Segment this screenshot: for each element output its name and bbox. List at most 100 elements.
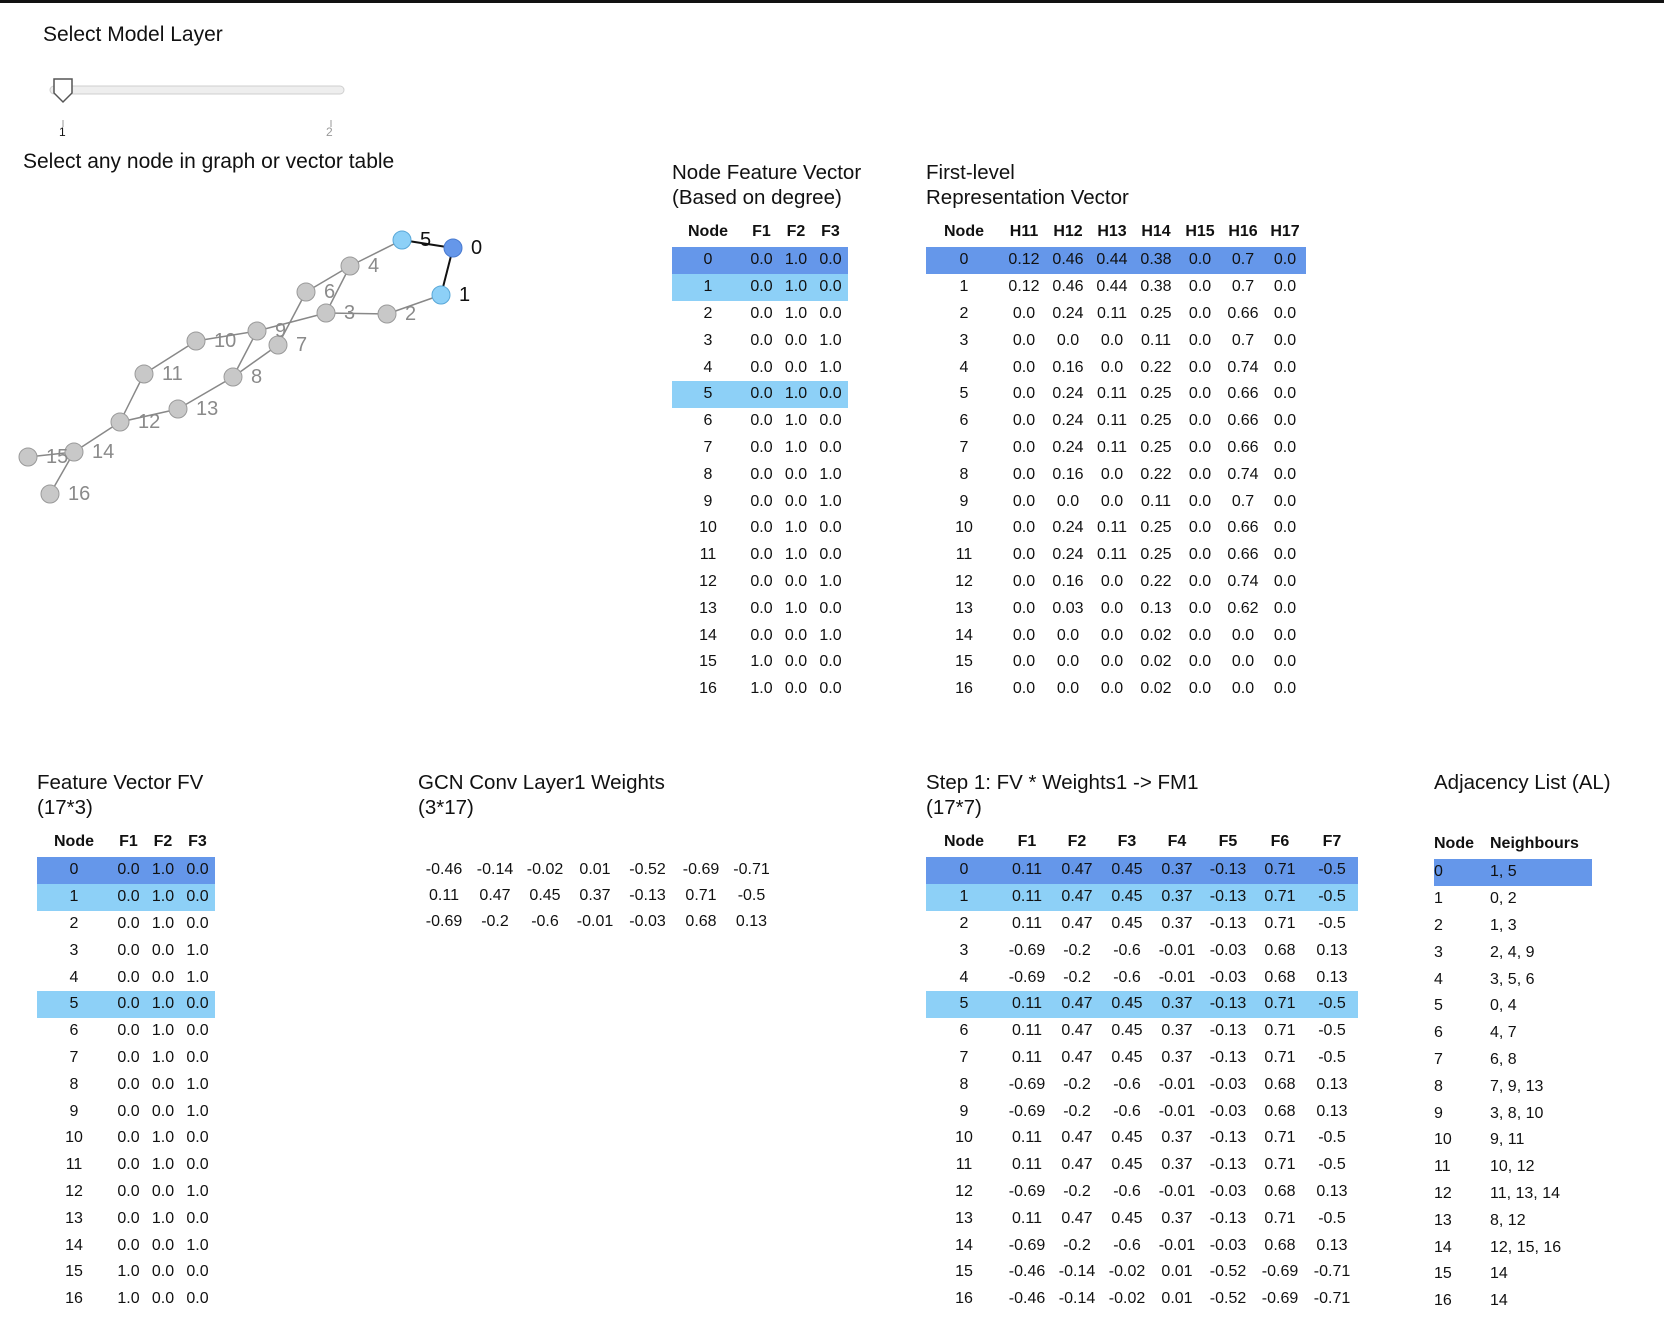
table-row[interactable]: 7 6, 8: [1434, 1047, 1592, 1074]
table-row[interactable]: 10 0.0 1.0 0.0: [672, 515, 848, 542]
table-row[interactable]: 9 0.0 0.0 0.0 0.11 0.0 0.7 0.0: [926, 488, 1306, 515]
table-row[interactable]: 16 14: [1434, 1288, 1592, 1315]
graph-node[interactable]: 10: [186, 330, 236, 352]
table-row[interactable]: 13 0.0 0.03 0.0 0.13 0.0 0.62 0.0: [926, 595, 1306, 622]
table-row[interactable]: 3 -0.69 -0.2 -0.6 -0.01 -0.03 0.68 0.13: [926, 937, 1358, 964]
table-row[interactable]: 0 0.0 1.0 0.0: [37, 857, 215, 884]
table-row[interactable]: 5 0, 4: [1434, 993, 1592, 1020]
graph-canvas[interactable]: 012345678910111213141516: [0, 218, 540, 538]
graph-node[interactable]: 14: [64, 441, 114, 463]
table-row[interactable]: 13 0.0 1.0 0.0: [672, 595, 848, 622]
table-row[interactable]: 11 0.0 0.24 0.11 0.25 0.0 0.66 0.0: [926, 542, 1306, 569]
table-row[interactable]: 14 12, 15, 16: [1434, 1234, 1592, 1261]
table-row[interactable]: 11 10, 12: [1434, 1154, 1592, 1181]
table-row[interactable]: 15 1.0 0.0 0.0: [37, 1259, 215, 1286]
table-row[interactable]: 1 0, 2: [1434, 886, 1592, 913]
graph-node-circle[interactable]: [223, 367, 243, 387]
table-row[interactable]: 13 0.0 1.0 0.0: [37, 1205, 215, 1232]
table-row[interactable]: 12 -0.69 -0.2 -0.6 -0.01 -0.03 0.68 0.13: [926, 1179, 1358, 1206]
table-row[interactable]: 11 0.0 1.0 0.0: [672, 542, 848, 569]
table-row[interactable]: 3 0.0 0.0 1.0: [672, 327, 848, 354]
table-row[interactable]: 4 3, 5, 6: [1434, 966, 1592, 993]
table-row[interactable]: 2 0.11 0.47 0.45 0.37 -0.13 0.71 -0.5: [926, 911, 1358, 938]
graph-node[interactable]: 4: [340, 255, 379, 277]
table-row[interactable]: 1 0.12 0.46 0.44 0.38 0.0 0.7 0.0: [926, 274, 1306, 301]
table-row[interactable]: 1 0.0 1.0 0.0: [37, 883, 215, 911]
table-row[interactable]: 5 0.0 0.24 0.11 0.25 0.0 0.66 0.0: [926, 381, 1306, 408]
table-row[interactable]: 10 0.11 0.47 0.45 0.37 -0.13 0.71 -0.5: [926, 1125, 1358, 1152]
table-row[interactable]: 9 0.0 0.0 1.0: [672, 488, 848, 515]
table-row[interactable]: 11 0.0 1.0 0.0: [37, 1152, 215, 1179]
table-row[interactable]: 9 0.0 0.0 1.0: [37, 1098, 215, 1125]
table-row[interactable]: 15 0.0 0.0 0.0 0.02 0.0 0.0 0.0: [926, 649, 1306, 676]
table-row[interactable]: 3 0.0 0.0 1.0: [37, 937, 215, 964]
graph-node[interactable]: 5: [392, 229, 431, 251]
graph-node[interactable]: 12: [110, 411, 160, 433]
table-row[interactable]: 1 0.0 1.0 0.0: [672, 273, 848, 301]
graph-node[interactable]: 6: [296, 281, 335, 303]
table-row[interactable]: 16 1.0 0.0 0.0: [672, 676, 848, 703]
table-row[interactable]: 3 2, 4, 9: [1434, 939, 1592, 966]
table-row[interactable]: 8 -0.69 -0.2 -0.6 -0.01 -0.03 0.68 0.13: [926, 1071, 1358, 1098]
table-row[interactable]: 15 1.0 0.0 0.0: [672, 649, 848, 676]
table-row[interactable]: 5 0.11 0.47 0.45 0.37 -0.13 0.71 -0.5: [926, 990, 1358, 1018]
graph-node-circle[interactable]: [40, 484, 60, 504]
table-row[interactable]: 2 1, 3: [1434, 913, 1592, 940]
table-row[interactable]: 5 0.0 1.0 0.0: [37, 990, 215, 1018]
table-row[interactable]: 9 -0.69 -0.2 -0.6 -0.01 -0.03 0.68 0.13: [926, 1098, 1358, 1125]
table-row[interactable]: 16 1.0 0.0 0.0: [37, 1286, 215, 1313]
graph-node[interactable]: 15: [18, 446, 68, 468]
graph-node-circle[interactable]: [168, 399, 188, 419]
graph-node-circle[interactable]: [110, 412, 130, 432]
graph-node-circle[interactable]: [392, 230, 412, 250]
table-row[interactable]: 12 0.0 0.0 1.0: [37, 1179, 215, 1206]
table-row[interactable]: 15 -0.46 -0.14 -0.02 0.01 -0.52 -0.69 -0.71: [926, 1259, 1358, 1286]
graph-node[interactable]: 2: [377, 303, 416, 325]
table-row[interactable]: 6 0.0 1.0 0.0: [672, 408, 848, 435]
table-row[interactable]: 14 0.0 0.0 1.0: [37, 1232, 215, 1259]
layer-slider[interactable]: [48, 75, 348, 145]
table-row[interactable]: 6 4, 7: [1434, 1020, 1592, 1047]
graph-node-circle[interactable]: [186, 331, 206, 351]
table-row[interactable]: 4 0.0 0.0 1.0: [672, 354, 848, 381]
graph-node-circle[interactable]: [316, 303, 336, 323]
table-row[interactable]: 8 0.0 0.0 1.0: [37, 1071, 215, 1098]
table-row[interactable]: 8 7, 9, 13: [1434, 1073, 1592, 1100]
table-row[interactable]: 5 0.0 1.0 0.0: [672, 380, 848, 408]
graph-node[interactable]: 13: [168, 398, 218, 420]
graph-node[interactable]: 0: [443, 237, 482, 259]
table-row[interactable]: 4 0.0 0.16 0.0 0.22 0.0 0.74 0.0: [926, 354, 1306, 381]
table-row[interactable]: 2 0.0 1.0 0.0: [37, 911, 215, 938]
graph-node[interactable]: 16: [40, 483, 90, 505]
slider-thumb[interactable]: [53, 78, 73, 104]
graph-node[interactable]: 1: [431, 284, 470, 306]
graph-node[interactable]: 11: [134, 363, 183, 385]
table-row[interactable]: 6 0.0 1.0 0.0: [37, 1018, 215, 1045]
graph-node-circle[interactable]: [296, 282, 316, 302]
graph-node-circle[interactable]: [247, 321, 267, 341]
table-row[interactable]: 7 0.0 1.0 0.0: [672, 435, 848, 462]
graph-node-circle[interactable]: [18, 447, 38, 467]
table-row[interactable]: 6 0.11 0.47 0.45 0.37 -0.13 0.71 -0.5: [926, 1018, 1358, 1045]
table-row[interactable]: 7 0.0 0.24 0.11 0.25 0.0 0.66 0.0: [926, 435, 1306, 462]
table-row[interactable]: 8 0.0 0.16 0.0 0.22 0.0 0.74 0.0: [926, 461, 1306, 488]
table-row[interactable]: 10 0.0 0.24 0.11 0.25 0.0 0.66 0.0: [926, 515, 1306, 542]
table-row[interactable]: 14 -0.69 -0.2 -0.6 -0.01 -0.03 0.68 0.13: [926, 1232, 1358, 1259]
graph-node-circle[interactable]: [431, 285, 451, 305]
table-row[interactable]: 1 0.11 0.47 0.45 0.37 -0.13 0.71 -0.5: [926, 883, 1358, 911]
table-row[interactable]: 7 0.11 0.47 0.45 0.37 -0.13 0.71 -0.5: [926, 1045, 1358, 1072]
graph-node-circle[interactable]: [377, 304, 397, 324]
table-row[interactable]: 12 11, 13, 14: [1434, 1181, 1592, 1208]
graph-node-circle[interactable]: [134, 364, 154, 384]
table-row[interactable]: 16 -0.46 -0.14 -0.02 0.01 -0.52 -0.69 -0.71: [926, 1286, 1358, 1313]
table-row[interactable]: 10 0.0 1.0 0.0: [37, 1125, 215, 1152]
table-row[interactable]: 9 3, 8, 10: [1434, 1100, 1592, 1127]
table-row[interactable]: 4 0.0 0.0 1.0: [37, 964, 215, 991]
table-row[interactable]: 0 0.12 0.46 0.44 0.38 0.0 0.7 0.0: [926, 247, 1306, 274]
table-row[interactable]: 13 8, 12: [1434, 1207, 1592, 1234]
graph-node[interactable]: 9: [247, 320, 286, 342]
table-row[interactable]: 15 14: [1434, 1261, 1592, 1288]
table-row[interactable]: 0 0.11 0.47 0.45 0.37 -0.13 0.71 -0.5: [926, 857, 1358, 884]
table-row[interactable]: 8 0.0 0.0 1.0: [672, 461, 848, 488]
table-row[interactable]: 3 0.0 0.0 0.0 0.11 0.0 0.7 0.0: [926, 327, 1306, 354]
